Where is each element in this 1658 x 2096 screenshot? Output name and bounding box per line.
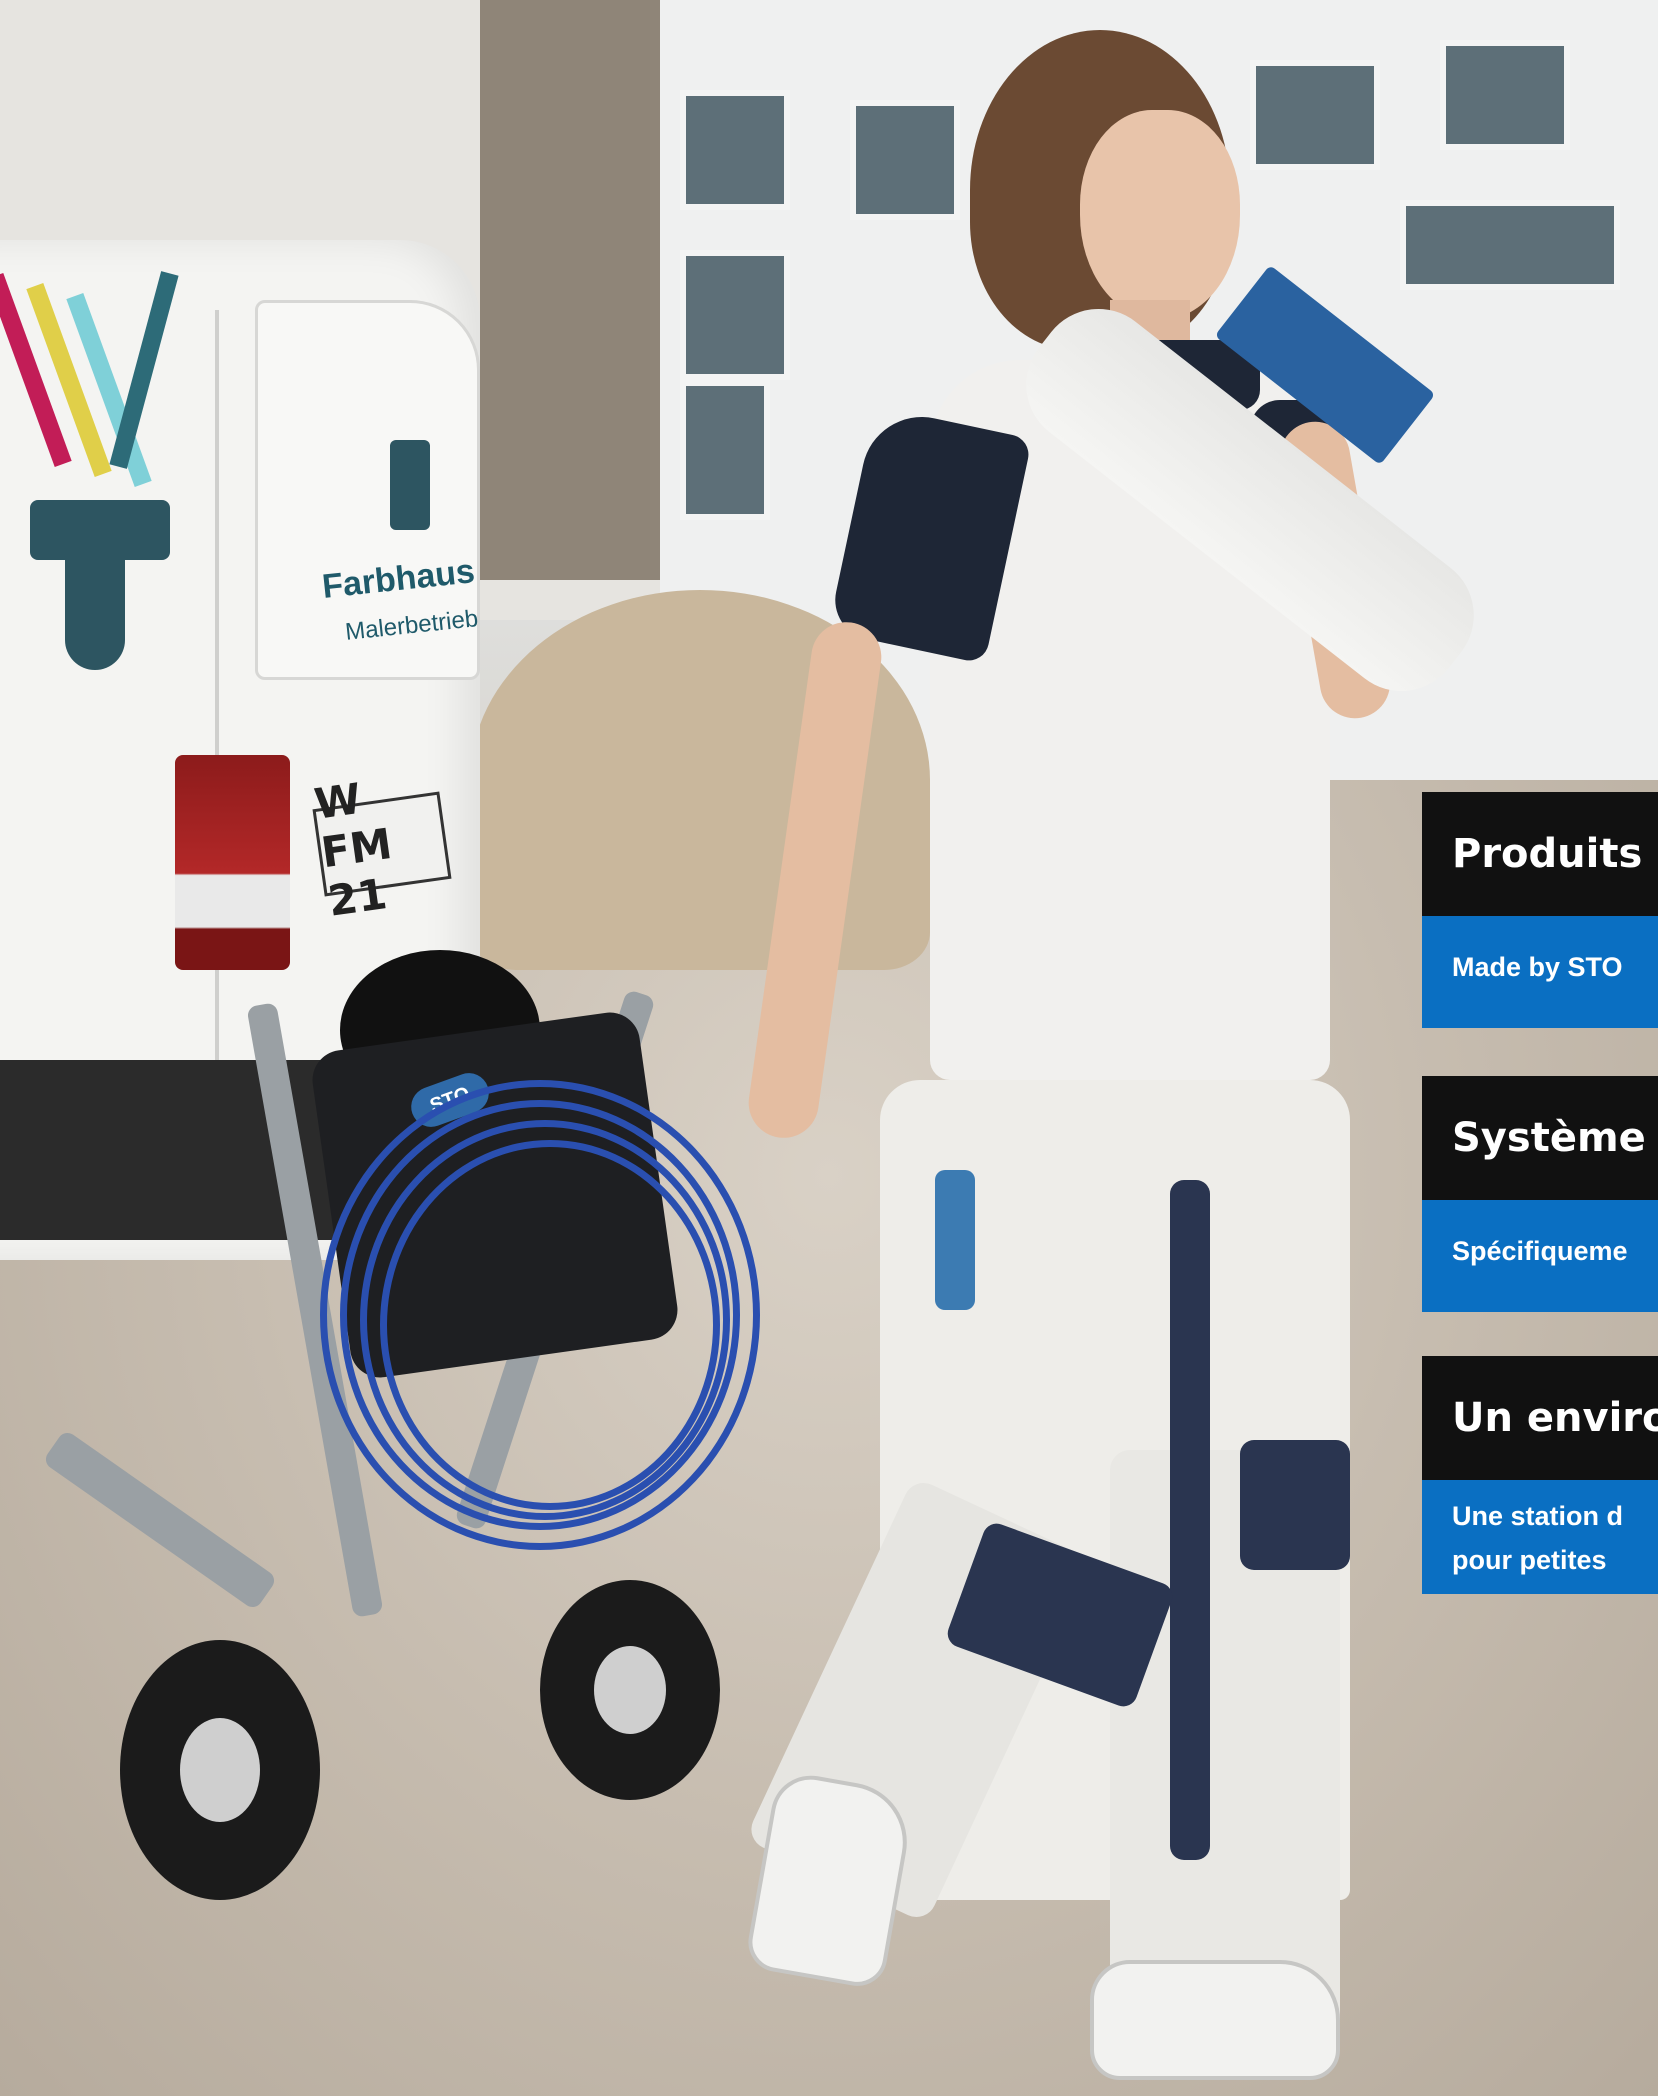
menu-item-title: Système xyxy=(1422,1076,1658,1200)
cart-wheel xyxy=(120,1640,320,1900)
cart-wheel xyxy=(540,1580,720,1800)
menu-item-subtitle-line: Made by STO xyxy=(1452,952,1623,982)
menu-item-subtitle: Made by STO xyxy=(1422,916,1658,1028)
tool-pocket xyxy=(935,1170,975,1310)
hose-coil xyxy=(380,1140,720,1510)
menu-item-title: Un enviro xyxy=(1422,1356,1658,1480)
building-window xyxy=(1250,60,1380,170)
page: Farbhaus Malerbetrieb W FM 21 STO xyxy=(0,0,1658,2096)
person-shoe xyxy=(1090,1960,1340,2080)
building-window xyxy=(680,250,790,380)
license-plate: W FM 21 xyxy=(311,773,452,925)
knee-patch xyxy=(1240,1440,1350,1570)
building-window xyxy=(680,90,790,210)
building-window xyxy=(850,100,960,220)
building-brown xyxy=(480,0,680,580)
building-window xyxy=(1400,200,1620,290)
menu-item-subtitle: Une station d pour petites xyxy=(1422,1480,1658,1594)
menu-item-subtitle-line: Spécifiqueme xyxy=(1452,1236,1628,1266)
van-taillight xyxy=(175,755,290,970)
menu-item-subtitle-line: Une station d xyxy=(1452,1501,1624,1531)
menu-item-subtitle: Spécifiqueme xyxy=(1422,1200,1658,1312)
menu-item-subtitle-line: pour petites xyxy=(1452,1545,1607,1575)
building-window xyxy=(1440,40,1570,150)
paintbrush-logo-icon xyxy=(30,500,170,560)
building-window xyxy=(680,380,770,520)
menu-item-title: Produits xyxy=(1422,792,1658,916)
paintbrush-handle-icon xyxy=(65,560,125,670)
paintbrush-small-icon xyxy=(390,440,430,530)
pants-stripe xyxy=(1170,1180,1210,1860)
person-face xyxy=(1080,110,1240,320)
